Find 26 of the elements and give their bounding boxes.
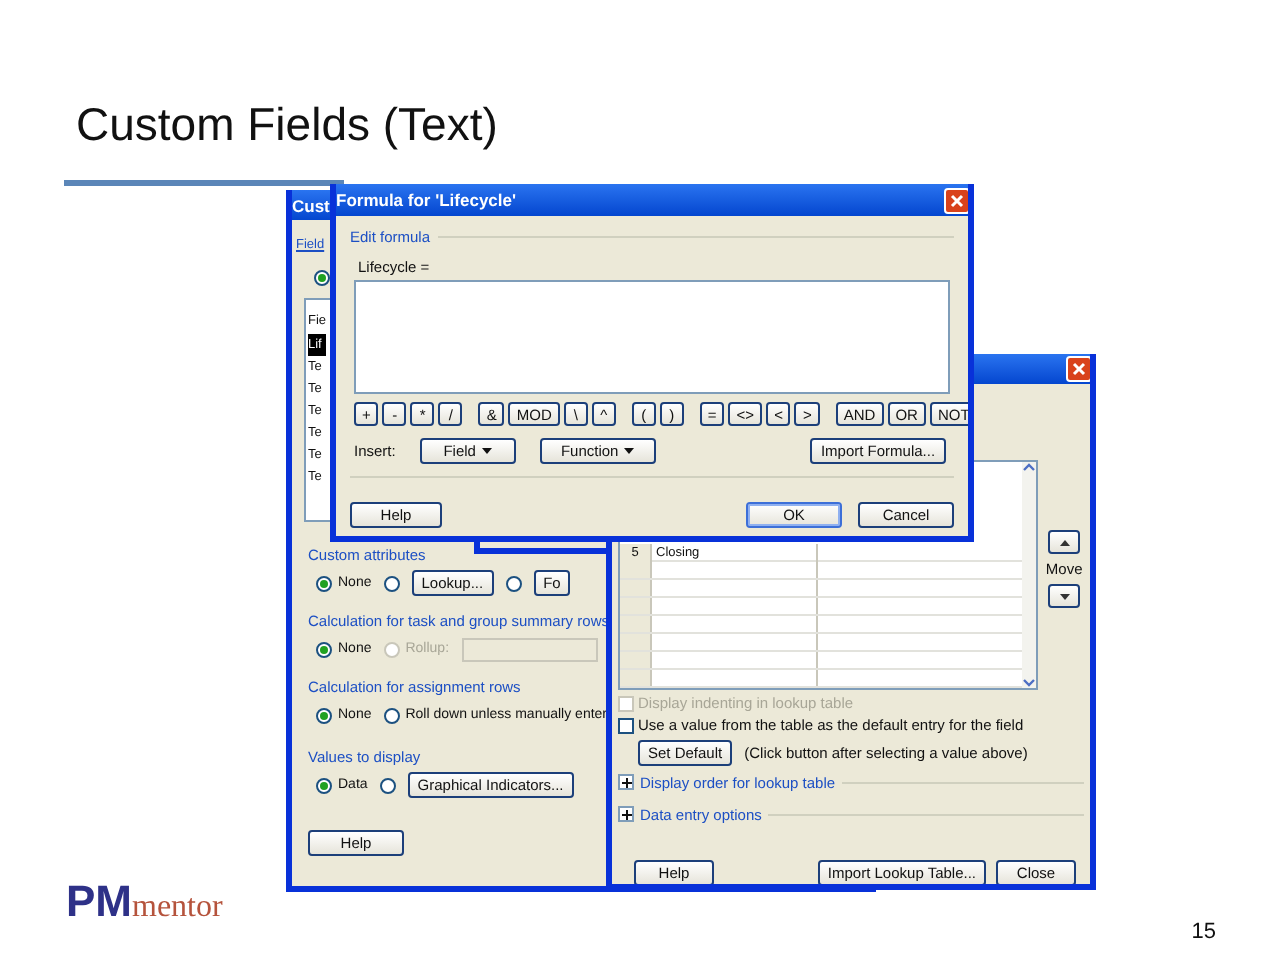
radio-button[interactable]	[379, 777, 396, 793]
radio-button[interactable]	[505, 575, 522, 591]
window-title: Formula for 'Lifecycle'	[336, 190, 517, 210]
radio-button[interactable]	[314, 270, 330, 286]
window-title: Cust	[292, 195, 330, 215]
move-down-button[interactable]	[1048, 584, 1081, 608]
scroll-up-icon[interactable]	[1022, 462, 1037, 474]
close-icon	[950, 193, 964, 207]
down-arrow-icon	[1059, 593, 1070, 599]
logo: PMmentor	[66, 876, 223, 928]
expand-button[interactable]	[618, 806, 634, 822]
close-icon	[1072, 362, 1086, 376]
caret-icon	[624, 448, 635, 454]
close-button[interactable]	[1066, 356, 1090, 382]
scrollbar[interactable]	[1022, 462, 1037, 688]
expand-button[interactable]	[618, 774, 634, 790]
slide-title: Custom Fields (Text)	[76, 96, 500, 152]
up-arrow-icon	[1059, 539, 1070, 545]
checkbox[interactable]	[618, 717, 634, 733]
move-up-button[interactable]	[1048, 530, 1081, 554]
page-number: 15	[1191, 920, 1216, 944]
radio-button[interactable]	[383, 575, 400, 591]
close-button[interactable]	[944, 187, 968, 213]
scroll-down-icon[interactable]	[1022, 676, 1037, 688]
caret-icon	[481, 448, 492, 454]
formula-input[interactable]	[354, 280, 950, 394]
